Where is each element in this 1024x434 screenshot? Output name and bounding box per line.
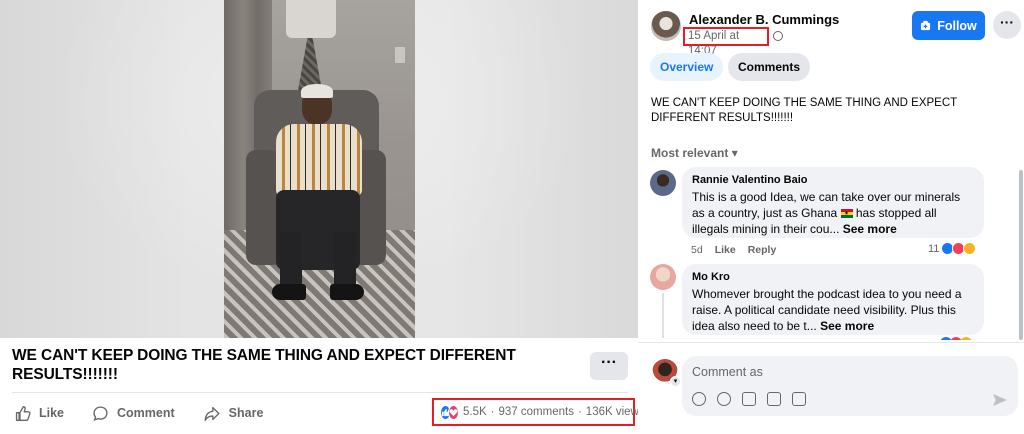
comment-reactions-clipped [940,336,980,340]
composer-tools [692,392,817,406]
see-more-link[interactable]: See more [820,319,874,333]
comment-count[interactable]: 937 comments [499,406,574,418]
like-button[interactable]: Like [14,405,64,422]
video-person-hair [301,84,333,98]
comment-author[interactable]: Rannie Valentino Baio [692,173,974,187]
video-person-leg [280,232,302,290]
comment-sort-dropdown[interactable]: Most relevant ▾ [651,146,738,160]
post-caption: WE CAN'T KEEP DOING THE SAME THING AND E… [651,97,957,124]
send-icon[interactable] [993,394,1007,406]
divider [638,342,1024,343]
comments-sidebar: Alexander B. Cummings 15 April at 14:07 … [638,0,1024,434]
comment-label: Comment [117,406,175,420]
post-actions: Like Comment Share [14,400,291,426]
emoji-icon[interactable] [717,392,731,406]
stats-separator: · [577,406,582,418]
comment-bubble: Mo Kro Whomever brought the podcast idea… [682,264,984,335]
comment-reactions[interactable]: 11 [928,242,977,255]
like-label: Like [39,406,65,420]
comment-meta: 5d Like Reply [691,244,788,256]
camera-icon[interactable] [742,392,756,406]
video-outlet [395,47,405,63]
haha-reaction-icon [963,242,977,255]
video-person-shoe [272,284,306,300]
view-count: 136K views [585,406,645,418]
globe-icon [773,31,783,41]
comment-age[interactable]: 5d [691,244,703,256]
share-button[interactable]: Share [203,405,264,422]
see-more-link[interactable]: See more [843,222,897,236]
haha-reaction-icon [960,337,972,340]
chevron-down-icon[interactable]: ▾ [670,376,681,387]
love-reaction-icon [448,404,459,420]
comment-composer[interactable]: Comment as [682,356,1018,416]
follow-button[interactable]: Follow [912,11,985,40]
comment-button[interactable]: Comment [92,405,175,422]
reaction-count[interactable]: 5.5K [463,406,487,418]
ghana-flag-icon [840,209,853,218]
like-icon [15,405,31,421]
comment-input[interactable]: Comment as [692,365,763,379]
video-lamp [286,0,336,38]
comment-text: Whomever brought the podcast idea to you… [692,286,974,334]
comment-icon [93,405,108,421]
tab-overview[interactable]: Overview [650,53,724,81]
video-frame[interactable] [224,0,415,338]
sidebar-scrollbar[interactable] [1019,170,1023,340]
avatar-sticker-icon[interactable] [692,392,706,406]
avatar[interactable] [650,170,676,196]
comment-author[interactable]: Mo Kro [692,270,974,284]
video-person-leg [334,232,356,290]
share-icon [204,406,220,421]
comment-reaction-count: 11 [928,242,940,255]
post-panel: WE CAN'T KEEP DOING THE SAME THING AND E… [0,0,645,434]
tab-comments[interactable]: Comments [728,53,811,81]
author-name[interactable]: Alexander B. Cummings [689,12,839,27]
post-title: WE CAN'T KEEP DOING THE SAME THING AND E… [12,347,516,383]
avatar[interactable] [650,264,676,290]
video-player[interactable] [0,0,638,338]
follow-label: Follow [937,18,977,33]
video-person-shoe [330,284,364,300]
comment-bubble: Rannie Valentino Baio This is a good Ide… [682,167,984,238]
post-timestamp[interactable]: 15 April at 14:07 [683,27,769,57]
share-label: Share [228,406,264,420]
thread-line [662,293,664,338]
comment-text: This is a good Idea, we can take over ou… [692,189,974,237]
post-stats[interactable]: 5.5K · 937 comments · 136K views [432,398,645,426]
sticker-icon[interactable] [792,392,806,406]
follow-icon [921,20,931,31]
comment-reply-button[interactable]: Reply [748,244,777,256]
gif-icon[interactable] [767,392,781,406]
video-chair-arm [246,150,280,265]
post-more-button[interactable]: ··· [590,352,628,380]
stats-separator: · [490,406,495,418]
sidebar-more-button[interactable]: ··· [993,11,1021,39]
video-person-shirt [276,124,362,196]
comment-like-button[interactable]: Like [715,244,736,256]
divider [12,392,628,393]
author-avatar[interactable] [651,11,681,41]
